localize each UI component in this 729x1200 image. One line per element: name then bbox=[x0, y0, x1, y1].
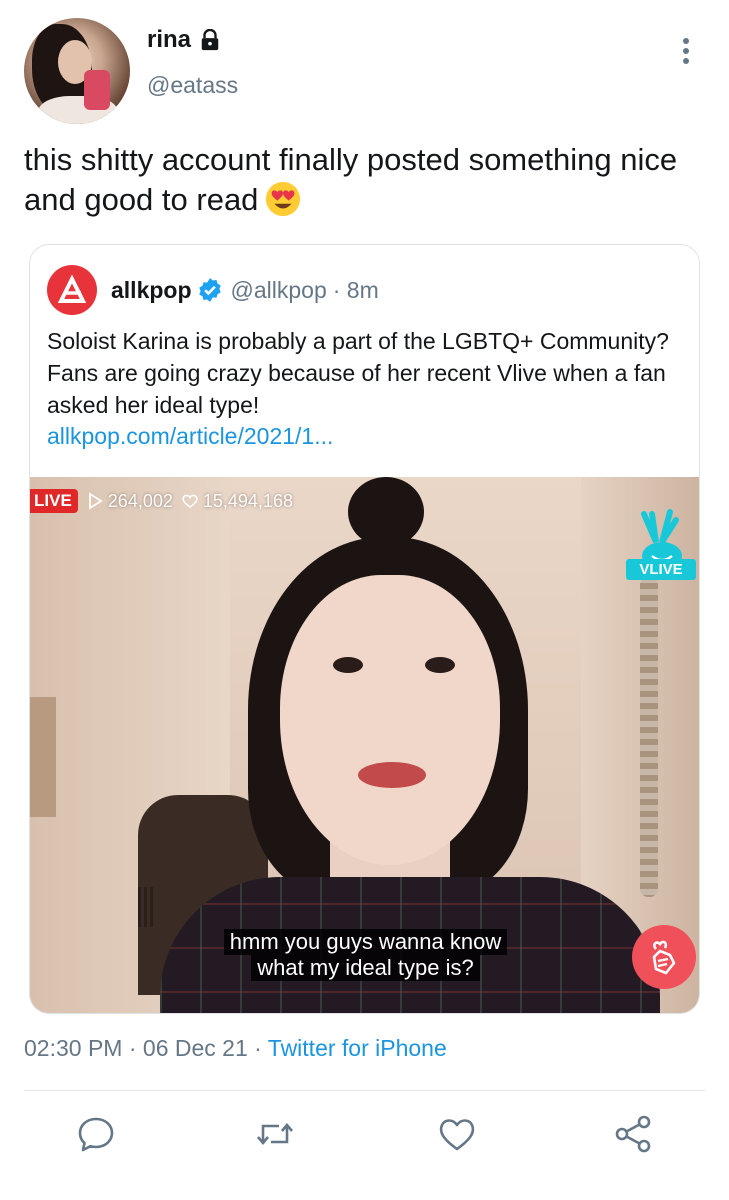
author-avatar[interactable] bbox=[24, 18, 130, 124]
tweet-time: 02:30 PM bbox=[24, 1035, 123, 1061]
author-name-row[interactable]: rina bbox=[147, 26, 221, 54]
live-stats-bar: LIVE 264,002 15,494,168 bbox=[30, 489, 293, 513]
phone-cord bbox=[640, 577, 658, 897]
caption-line-1: hmm you guys wanna know bbox=[223, 929, 508, 955]
person-lips bbox=[358, 762, 426, 788]
allkpop-avatar[interactable] bbox=[47, 265, 97, 315]
retweet-icon bbox=[257, 1122, 293, 1146]
verified-badge-icon bbox=[198, 278, 221, 302]
person-eye-right bbox=[425, 657, 455, 673]
lock-icon bbox=[201, 29, 219, 51]
avatar-phone bbox=[84, 70, 110, 110]
reply-button[interactable] bbox=[74, 1112, 118, 1156]
heart-count-value: 15,494,168 bbox=[202, 490, 293, 511]
tweet-action-bar bbox=[0, 1112, 729, 1168]
tweet-date: 06 Dec 21 bbox=[142, 1035, 248, 1061]
retweet-button[interactable] bbox=[253, 1112, 297, 1156]
person-face bbox=[280, 575, 500, 865]
quoted-text: Soloist Karina is probably a part of the… bbox=[47, 328, 669, 418]
person-hair-bun bbox=[348, 477, 424, 547]
finger-heart-icon bbox=[652, 940, 676, 975]
timestamp-separator-2: · bbox=[247, 1035, 268, 1061]
tweet-timestamp: 02:30 PM · 06 Dec 21 · Twitter for iPhon… bbox=[24, 1035, 447, 1062]
vlive-heart-button[interactable] bbox=[632, 925, 696, 989]
action-divider bbox=[24, 1090, 705, 1091]
more-options-icon[interactable] bbox=[676, 36, 696, 66]
heart-count: 15,494,168 bbox=[181, 491, 293, 512]
video-caption: hmm you guys wanna know what my ideal ty… bbox=[30, 929, 699, 981]
caption-line-2: what my ideal type is? bbox=[251, 955, 480, 981]
quoted-link[interactable]: allkpop.com/article/2021/1... bbox=[47, 423, 333, 450]
vent bbox=[138, 887, 156, 927]
play-icon bbox=[88, 492, 103, 510]
quoted-media-image[interactable]: LIVE 264,002 15,494,168 VLIVE hmm you gu… bbox=[30, 477, 699, 1013]
heart-icon bbox=[439, 1119, 475, 1151]
timestamp-separator-1: · bbox=[122, 1035, 143, 1061]
quoted-time: · 8m bbox=[332, 276, 379, 303]
person-eye-left bbox=[333, 657, 363, 673]
heart-eyes-emoji-icon bbox=[266, 181, 301, 217]
view-count-value: 264,002 bbox=[107, 490, 173, 511]
tweet-text: this shitty account finally posted somet… bbox=[24, 140, 704, 220]
vlive-brand-label: VLIVE bbox=[626, 559, 696, 580]
author-handle[interactable]: @eatass bbox=[147, 72, 238, 99]
quoted-handle[interactable]: @allkpop bbox=[231, 277, 327, 304]
quoted-header: allkpop @allkpop · 8m bbox=[47, 265, 379, 315]
quoted-tweet[interactable]: allkpop @allkpop · 8m Soloist Karina is … bbox=[29, 244, 700, 1014]
live-badge: LIVE bbox=[30, 489, 78, 513]
quoted-display-name[interactable]: allkpop bbox=[111, 277, 192, 304]
tweet-header: rina @eatass bbox=[0, 0, 729, 130]
like-button[interactable] bbox=[435, 1112, 479, 1156]
tweet-body: this shitty account finally posted somet… bbox=[24, 142, 678, 217]
reply-icon bbox=[78, 1117, 114, 1152]
heart-outline-icon bbox=[182, 494, 198, 508]
share-icon bbox=[615, 1115, 651, 1153]
tweet-source-link[interactable]: Twitter for iPhone bbox=[268, 1035, 447, 1061]
allkpop-logo-icon bbox=[57, 274, 87, 303]
view-count: 264,002 bbox=[86, 491, 173, 512]
background-frame bbox=[30, 697, 56, 817]
share-button[interactable] bbox=[612, 1112, 656, 1156]
author-display-name[interactable]: rina bbox=[147, 26, 191, 54]
